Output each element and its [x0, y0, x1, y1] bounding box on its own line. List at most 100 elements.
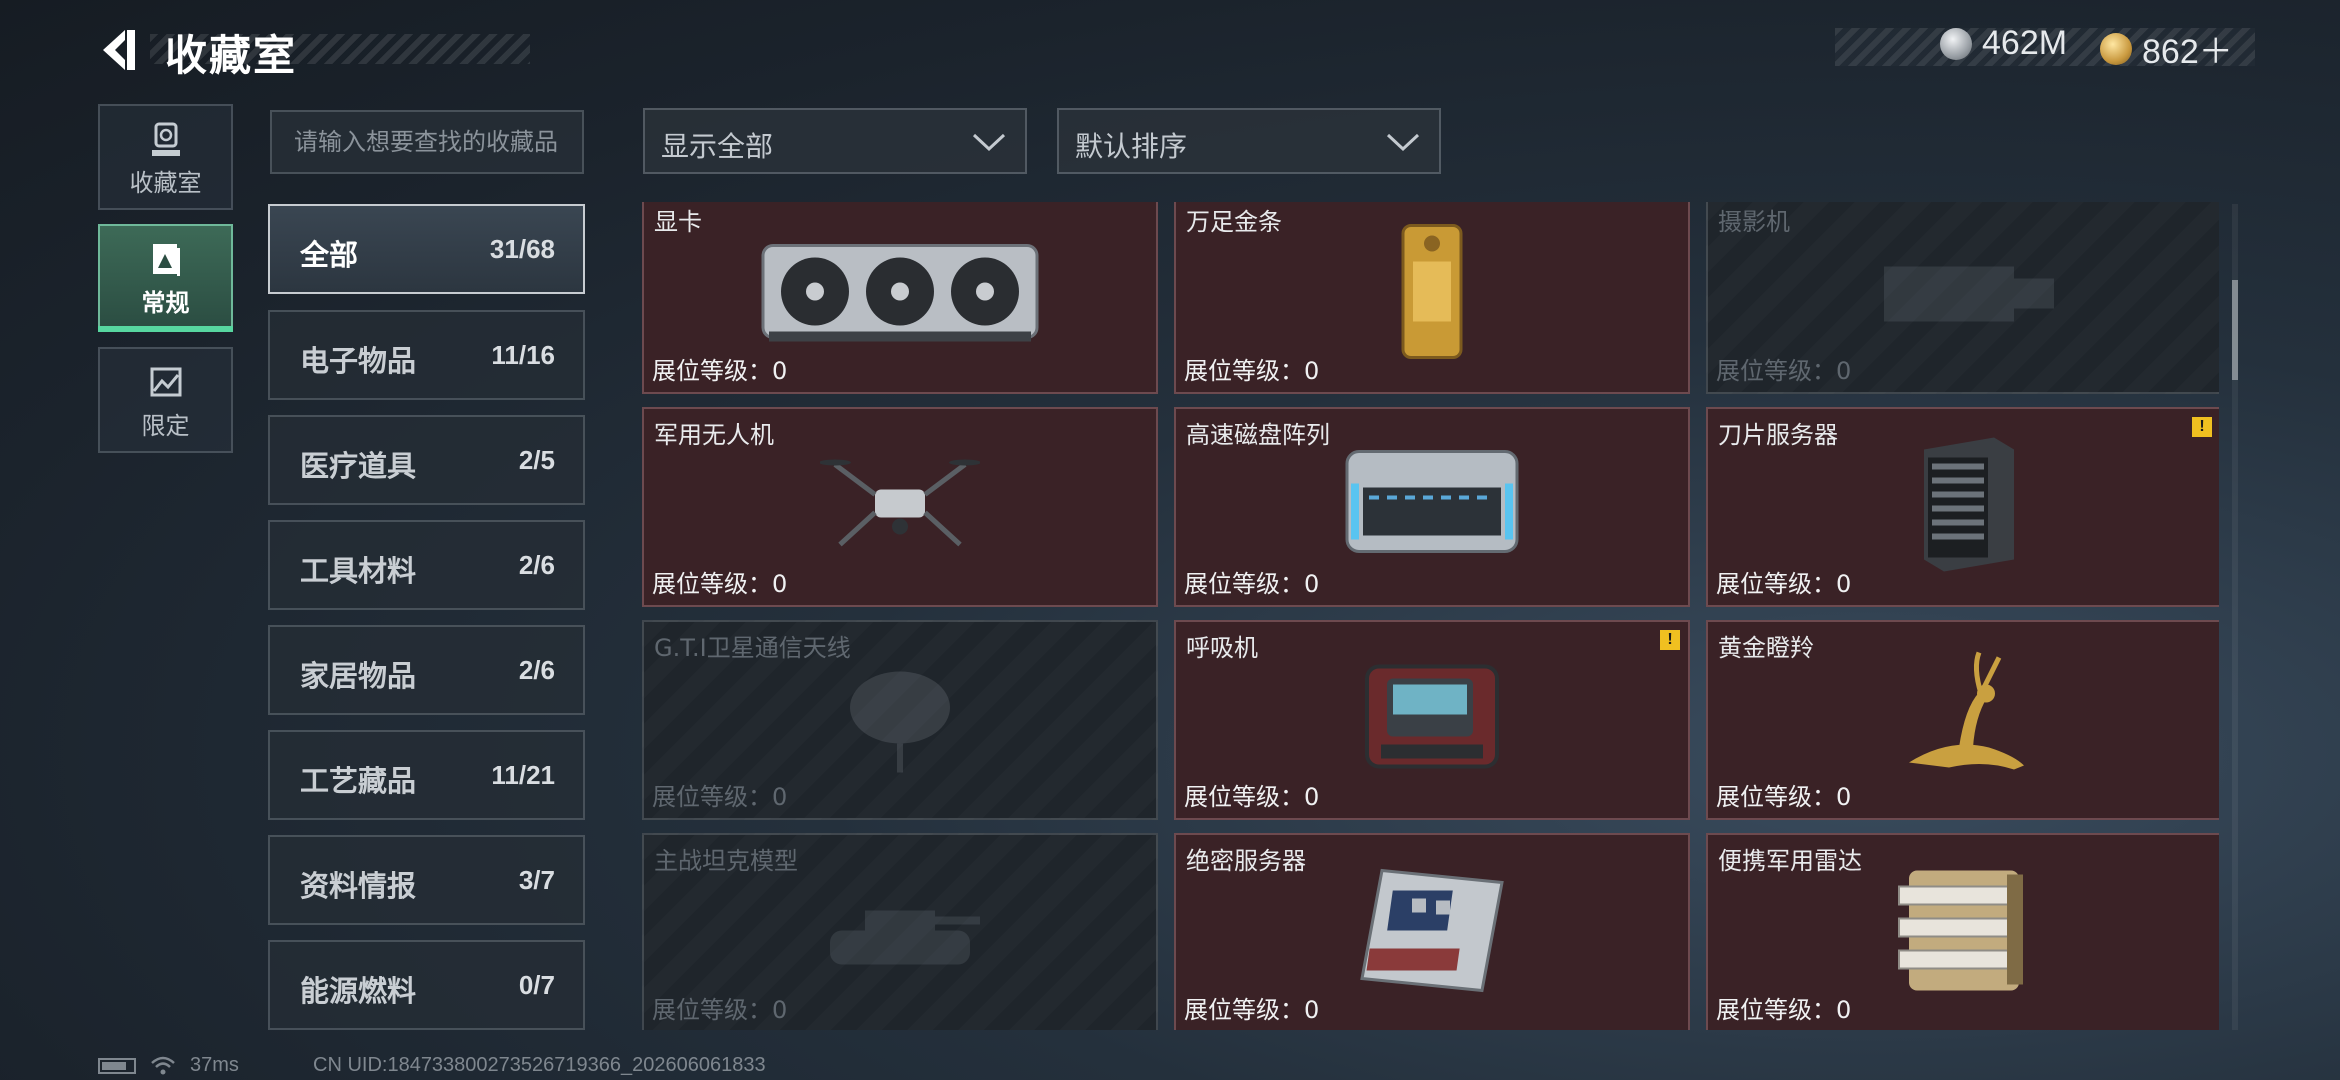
item-image — [1904, 430, 2024, 585]
item-name: 显卡 — [654, 208, 702, 236]
category-name: 全部 — [300, 238, 359, 272]
collection-item-card[interactable]: 主战坦克模型 展位等级：0 — [642, 833, 1158, 1030]
nav-tab-label: 常规 — [141, 289, 190, 317]
wifi-icon — [151, 1056, 175, 1074]
display-filter-value: 显示全部 — [661, 130, 774, 163]
booth-level: 展位等级：0 — [1184, 996, 1320, 1024]
back-arrow-icon — [103, 30, 135, 70]
category-count: 2/6 — [518, 550, 555, 580]
chevron-down-icon — [972, 133, 1006, 152]
booth-level: 展位等级：0 — [652, 357, 788, 385]
category-name: 电子物品 — [300, 344, 417, 378]
collection-item-card[interactable]: 刀片服务器展位等级：0! — [1706, 407, 2219, 607]
category-count: 11/16 — [491, 340, 555, 370]
item-name: 万足金条 — [1186, 208, 1282, 236]
category-fuel[interactable]: 能源燃料 0/7 — [268, 940, 585, 1030]
category-household[interactable]: 家居物品 2/6 — [268, 625, 585, 715]
category-medical[interactable]: 医疗道具 2/5 — [268, 415, 585, 505]
trophy-icon — [151, 122, 180, 156]
category-name: 工具材料 — [300, 554, 417, 588]
category-count: 31/68 — [489, 234, 555, 264]
search-input[interactable] — [270, 110, 584, 174]
collection-item-card[interactable]: 显卡展位等级：0 — [642, 202, 1158, 394]
item-image — [1337, 440, 1527, 575]
booth-level: 展位等级：0 — [1716, 570, 1852, 598]
collection-item-card[interactable]: 呼吸机展位等级：0! — [1174, 620, 1690, 820]
category-name: 能源燃料 — [300, 974, 417, 1008]
display-filter-dropdown[interactable]: 显示全部 — [643, 108, 1027, 174]
collection-item-card[interactable]: 黄金瞪羚 展位等级：0 — [1706, 620, 2219, 820]
category-name: 资料情报 — [300, 869, 417, 903]
category-count: 2/6 — [518, 655, 555, 685]
category-electronics[interactable]: 电子物品 11/16 — [268, 310, 585, 400]
category-intel[interactable]: 资料情报 3/7 — [268, 835, 585, 925]
item-name: 摄影机 — [1718, 208, 1790, 236]
collection-item-card[interactable]: 军用无人机展位等级：0 — [642, 407, 1158, 607]
nav-tab-limited[interactable]: 限定 — [98, 347, 233, 453]
category-name: 医疗道具 — [300, 449, 417, 483]
battery-icon — [98, 1057, 136, 1074]
warning-icon: ! — [2192, 417, 2212, 437]
category-all[interactable]: 全部 31/68 — [268, 204, 585, 294]
category-count: 3/7 — [518, 865, 555, 895]
booth-level: 展位等级：0 — [1184, 357, 1320, 385]
booth-level: 展位等级：0 — [1184, 783, 1320, 811]
nav-tab-label: 收藏室 — [129, 169, 202, 197]
grid-scrollbar-thumb[interactable] — [2232, 280, 2238, 380]
item-image — [1889, 861, 2039, 1006]
item-image — [1889, 648, 2039, 793]
chevron-down-icon — [1386, 133, 1420, 152]
category-name: 家居物品 — [300, 659, 417, 693]
sort-dropdown[interactable]: 默认排序 — [1057, 108, 1441, 174]
nav-tab-collection-room[interactable]: 收藏室 — [98, 104, 233, 210]
sort-value: 默认排序 — [1075, 130, 1188, 163]
silver-amount: 462M — [1982, 24, 2068, 62]
booth-level: 展位等级：0 — [652, 996, 788, 1024]
silver-coin-icon — [1940, 27, 1972, 60]
booth-level: 展位等级：0 — [1184, 570, 1320, 598]
page-title: 收藏室 — [165, 31, 298, 80]
collection-item-card[interactable]: 便携军用雷达 展位等级：0 — [1706, 833, 2219, 1030]
gold-coin-icon — [2100, 32, 2132, 65]
booth-level: 展位等级：0 — [1716, 783, 1852, 811]
item-image — [1397, 222, 1467, 367]
collection-item-card[interactable]: 万足金条展位等级：0 — [1174, 202, 1690, 394]
status-bar: 37ms — [98, 1054, 239, 1077]
booth-level: 展位等级：0 — [1716, 996, 1852, 1024]
item-image — [819, 445, 981, 570]
item-name: 刀片服务器 — [1718, 421, 1838, 449]
category-tools[interactable]: 工具材料 2/6 — [268, 520, 585, 610]
item-name: 军用无人机 — [654, 421, 774, 449]
category-name: 工艺藏品 — [300, 764, 417, 798]
item-name: 主战坦克模型 — [654, 847, 798, 875]
category-crafts[interactable]: 工艺藏品 11/21 — [268, 730, 585, 820]
nav-tab-general[interactable]: 常规 — [98, 224, 233, 330]
booth-level: 展位等级：0 — [1716, 357, 1852, 385]
nav-tab-label: 限定 — [141, 412, 190, 440]
booth-level: 展位等级：0 — [652, 570, 788, 598]
item-name: 绝密服务器 — [1186, 847, 1306, 875]
item-image — [815, 881, 985, 986]
ping-readout: 37ms — [190, 1054, 239, 1076]
collection-item-card[interactable]: 绝密服务器展位等级：0 — [1174, 833, 1690, 1030]
item-image — [755, 232, 1045, 357]
item-image — [1352, 861, 1512, 1006]
category-count: 11/21 — [491, 760, 555, 790]
silver-currency: 462M — [1940, 24, 2067, 63]
item-name: 呼吸机 — [1186, 634, 1258, 662]
item-name: 高速磁盘阵列 — [1186, 421, 1330, 449]
image-icon — [150, 367, 181, 397]
warning-icon: ! — [1660, 630, 1680, 650]
uid-text: CN UID:1847338002735267193​66_2026060618… — [313, 1054, 766, 1076]
item-image — [830, 658, 970, 783]
item-image — [1357, 653, 1507, 788]
collection-grid[interactable]: 显卡 展位等级：0 万足金条 展位等级：0 摄影机 展位等级：0 军用无人机 展位等级：0 高速… — [642, 202, 2219, 1030]
back-button[interactable] — [95, 26, 143, 74]
collection-item-card[interactable]: 高速磁盘阵列 展位等级：0 — [1174, 407, 1690, 607]
item-name: G.T.I卫星通信天线 — [654, 634, 851, 662]
collection-item-card[interactable]: 摄影机展位等级：0 — [1706, 202, 2219, 394]
collection-item-card[interactable]: G.T.I卫星通信天线 展位等级：0 — [642, 620, 1158, 820]
booth-level: 展位等级：0 — [652, 783, 788, 811]
gold-currency[interactable]: 862＋ — [2100, 24, 2233, 73]
item-name: 便携军用雷达 — [1718, 847, 1862, 875]
